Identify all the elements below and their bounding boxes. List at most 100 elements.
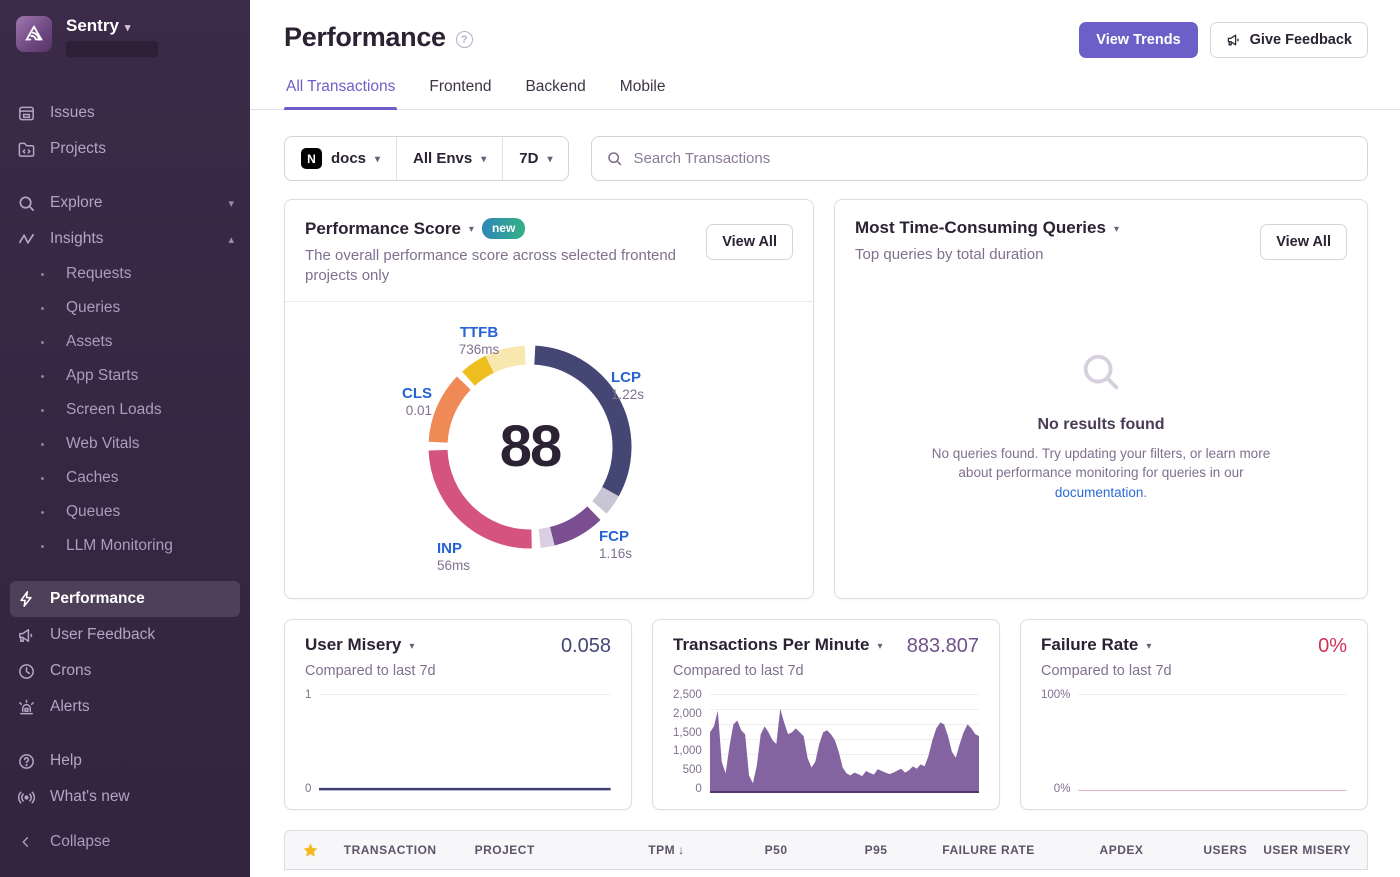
megaphone-icon <box>16 625 36 645</box>
transactions-table-header: TRANSACTION PROJECT TPM↓ P50 P95 FAILURE… <box>284 830 1368 870</box>
chevron-down-icon[interactable]: ▾ <box>1114 224 1119 235</box>
tab-frontend[interactable]: Frontend <box>427 78 493 109</box>
failure-rate-chart[interactable] <box>1078 689 1347 795</box>
documentation-link[interactable]: documentation <box>1055 485 1144 500</box>
vital-cls[interactable]: CLS 0.01 <box>370 385 432 418</box>
column-header-users[interactable]: USERS <box>1151 843 1255 857</box>
sidebar-item-help[interactable]: Help <box>0 743 250 779</box>
page-title: Performance <box>284 22 446 53</box>
chevron-down-icon[interactable]: ▾ <box>878 641 883 652</box>
chevron-left-icon <box>16 835 36 849</box>
column-header-failure-rate[interactable]: FAILURE RATE <box>895 843 1042 857</box>
column-header-apdex[interactable]: APDEX <box>1043 843 1152 857</box>
chevron-down-icon: ▾ <box>228 197 234 210</box>
megaphone-icon <box>1226 32 1242 48</box>
tpm-card: Transactions Per Minute ▾ 883.807 Compar… <box>652 619 1000 810</box>
chevron-down-icon[interactable]: ▾ <box>1146 641 1151 652</box>
star-column-header[interactable] <box>285 842 336 859</box>
org-switcher[interactable]: Sentry ▾ <box>0 0 250 63</box>
queries-empty-state: No results found No queries found. Try u… <box>835 279 1367 598</box>
column-header-p50[interactable]: P50 <box>693 843 796 857</box>
sidebar-item-web-vitals[interactable]: Web Vitals <box>0 427 250 461</box>
empty-state-suffix: . <box>1143 485 1147 500</box>
date-range-selector[interactable]: 7D ▾ <box>502 137 568 180</box>
tpm-value: 883.807 <box>907 635 979 658</box>
column-header-transaction[interactable]: TRANSACTION <box>336 843 467 857</box>
page-filter-bar: N docs ▾ All Envs ▾ 7D ▾ <box>284 136 569 181</box>
vital-lcp[interactable]: LCP 1.22s <box>611 369 644 402</box>
performance-score-card: Performance Score ▾ new The overall perf… <box>284 199 814 599</box>
tab-all-transactions[interactable]: All Transactions <box>284 78 397 109</box>
empty-state-body: No queries found. Try updating your filt… <box>932 446 1270 481</box>
vital-ttfb[interactable]: TTFB 736ms <box>437 324 521 357</box>
queries-view-all-button[interactable]: View All <box>1260 224 1347 260</box>
sidebar-item-whats-new[interactable]: What's new <box>0 779 250 815</box>
give-feedback-button[interactable]: Give Feedback <box>1210 22 1368 58</box>
sub-item-label: Web Vitals <box>66 435 140 453</box>
sidebar-item-llm-monitoring[interactable]: LLM Monitoring <box>0 529 250 563</box>
y-tick: 0 <box>695 783 701 795</box>
sidebar-item-performance[interactable]: Performance <box>10 581 240 617</box>
vital-value: 0.01 <box>370 403 432 418</box>
sidebar-item-projects[interactable]: Projects <box>0 131 250 167</box>
chevron-down-icon[interactable]: ▾ <box>409 641 414 652</box>
tpm-chart[interactable] <box>710 689 979 795</box>
sub-item-label: App Starts <box>66 367 138 385</box>
vital-fcp[interactable]: FCP 1.16s <box>599 528 632 561</box>
y-tick: 100% <box>1041 689 1070 701</box>
chevron-down-icon[interactable]: ▾ <box>469 224 474 235</box>
sidebar-item-requests[interactable]: Requests <box>0 257 250 291</box>
vital-value: 736ms <box>437 342 521 357</box>
chevron-down-icon: ▾ <box>125 21 131 34</box>
sidebar-item-queues[interactable]: Queues <box>0 495 250 529</box>
column-header-user-misery[interactable]: USER MISERY <box>1255 843 1367 857</box>
chevron-up-icon: ▴ <box>228 233 234 246</box>
search-transactions-box[interactable] <box>591 136 1368 181</box>
sidebar-item-label: Issues <box>50 104 95 122</box>
sidebar-item-issues[interactable]: Issues <box>0 95 250 131</box>
sidebar-item-crons[interactable]: Crons <box>0 653 250 689</box>
page-help-icon[interactable]: ? <box>456 31 473 48</box>
failure-rate-title: Failure Rate <box>1041 635 1138 655</box>
environment-selector[interactable]: All Envs ▾ <box>396 137 502 180</box>
view-trends-button[interactable]: View Trends <box>1079 22 1197 58</box>
sidebar-item-alerts[interactable]: Alerts <box>0 689 250 725</box>
column-header-p95[interactable]: P95 <box>796 843 896 857</box>
org-name: Sentry <box>66 16 119 36</box>
performance-score-title: Performance Score <box>305 219 461 239</box>
y-tick: 0 <box>305 783 311 795</box>
lightning-icon <box>16 589 36 609</box>
help-icon <box>16 751 36 771</box>
siren-icon <box>16 697 36 717</box>
column-header-tpm[interactable]: TPM↓ <box>596 843 693 857</box>
tpm-y-axis: 2,500 2,000 1,500 1,000 500 0 <box>673 689 702 795</box>
sidebar-item-app-starts[interactable]: App Starts <box>0 359 250 393</box>
performance-score-view-all-button[interactable]: View All <box>706 224 793 260</box>
sidebar-item-explore[interactable]: Explore ▾ <box>0 185 250 221</box>
sidebar-collapse-button[interactable]: Collapse <box>0 823 250 861</box>
bullet-icon <box>32 443 52 446</box>
sub-item-label: Requests <box>66 265 131 283</box>
sub-item-label: Queues <box>66 503 120 521</box>
sidebar-item-caches[interactable]: Caches <box>0 461 250 495</box>
y-tick: 1,500 <box>673 727 702 739</box>
vital-label: TTFB <box>437 324 521 341</box>
sidebar-item-assets[interactable]: Assets <box>0 325 250 359</box>
sidebar-item-screen-loads[interactable]: Screen Loads <box>0 393 250 427</box>
star-icon <box>302 842 319 859</box>
user-misery-chart[interactable] <box>319 689 611 795</box>
date-range-value: 7D <box>519 150 538 167</box>
tab-mobile[interactable]: Mobile <box>618 78 668 109</box>
vital-inp[interactable]: INP 56ms <box>437 540 470 573</box>
sidebar-item-user-feedback[interactable]: User Feedback <box>0 617 250 653</box>
tab-backend[interactable]: Backend <box>523 78 587 109</box>
column-header-project[interactable]: PROJECT <box>467 843 596 857</box>
sidebar-item-insights[interactable]: Insights ▴ <box>0 221 250 257</box>
queries-card: Most Time-Consuming Queries ▾ Top querie… <box>834 199 1368 599</box>
sidebar-item-label: What's new <box>50 788 130 806</box>
sidebar-item-queries[interactable]: Queries <box>0 291 250 325</box>
performance-score-description: The overall performance score across sel… <box>305 246 700 287</box>
sidebar: Sentry ▾ Issues Projects Explore ▾ <box>0 0 250 877</box>
project-selector[interactable]: N docs ▾ <box>285 137 396 180</box>
search-transactions-input[interactable] <box>633 150 1353 167</box>
